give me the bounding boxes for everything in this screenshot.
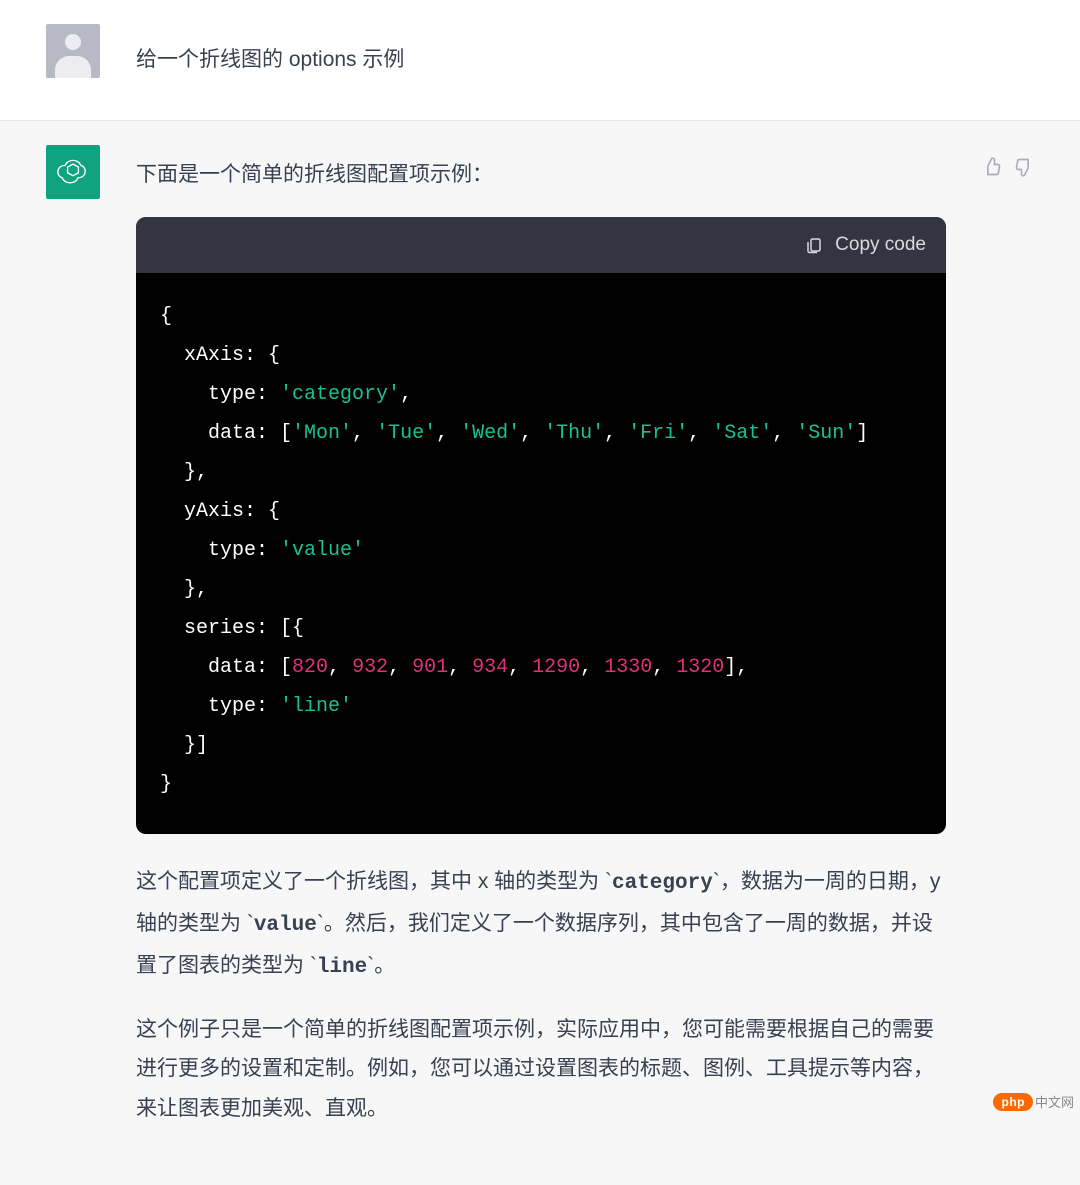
code-token: 901 — [412, 656, 448, 679]
code-token: , — [508, 656, 532, 679]
code-token: 932 — [352, 656, 388, 679]
code-token: 'category' — [280, 383, 400, 406]
code-body[interactable]: { xAxis: { type: 'category', data: ['Mon… — [136, 273, 946, 834]
code-token: : [ — [256, 422, 292, 445]
code-token: 934 — [472, 656, 508, 679]
code-token: , — [520, 422, 544, 445]
openai-icon — [56, 155, 90, 189]
code-token: { — [160, 305, 172, 328]
code-token: , — [580, 656, 604, 679]
thumbs-down-button[interactable] — [1014, 157, 1034, 1151]
code-token: data — [160, 422, 256, 445]
assistant-desc-2: 这个例子只是一个简单的折线图配置项示例，实际应用中，您可能需要根据自己的需要进行… — [136, 1010, 946, 1130]
code-token: 820 — [292, 656, 328, 679]
code-token: 1290 — [532, 656, 580, 679]
code-header: Copy code — [136, 217, 946, 273]
code-token: : — [256, 695, 280, 718]
copy-code-label: Copy code — [835, 227, 926, 263]
code-token: type — [160, 539, 256, 562]
code-token: data — [160, 656, 256, 679]
code-token: : [ — [256, 656, 292, 679]
code-token: 'Sat' — [712, 422, 772, 445]
watermark: php 中文网 — [993, 1092, 1074, 1111]
code-token: 'value' — [280, 539, 364, 562]
clipboard-icon — [805, 236, 823, 254]
code-token: 1330 — [604, 656, 652, 679]
code-token: xAxis — [160, 344, 244, 367]
code-token: 'line' — [280, 695, 352, 718]
code-token: 'Thu' — [544, 422, 604, 445]
watermark-text: 中文网 — [1035, 1092, 1074, 1111]
code-token: ] — [856, 422, 868, 445]
code-token: : — [256, 383, 280, 406]
code-token: , — [604, 422, 628, 445]
code-token: 'Mon' — [292, 422, 352, 445]
code-token: 'Tue' — [376, 422, 436, 445]
code-token: , — [772, 422, 796, 445]
code-token: : { — [244, 344, 280, 367]
user-turn: 给一个折线图的 options 示例 — [0, 0, 1080, 121]
assistant-desc-1: 这个配置项定义了一个折线图，其中 x 轴的类型为 `category`，数据为一… — [136, 862, 946, 988]
code-token: , — [688, 422, 712, 445]
inline-code: category — [612, 872, 713, 895]
thumbs-up-button[interactable] — [982, 157, 1002, 1151]
copy-code-button[interactable]: Copy code — [805, 227, 926, 263]
user-message: 给一个折线图的 options 示例 — [136, 24, 1034, 102]
code-token: } — [160, 773, 172, 796]
code-token: : { — [244, 500, 280, 523]
code-token: : — [256, 539, 280, 562]
assistant-avatar — [46, 145, 100, 199]
code-block: Copy code { xAxis: { type: 'category', d… — [136, 217, 946, 834]
code-token: , — [448, 656, 472, 679]
watermark-badge: php — [993, 1093, 1033, 1111]
code-token: series — [160, 617, 256, 640]
code-token: 'Sun' — [796, 422, 856, 445]
feedback-buttons — [982, 145, 1034, 1151]
inline-code: value — [254, 914, 317, 937]
code-token: }] — [160, 734, 208, 757]
code-token: ], — [724, 656, 748, 679]
code-token: 1320 — [676, 656, 724, 679]
thumbs-up-icon — [982, 157, 1002, 177]
code-token: , — [352, 422, 376, 445]
code-token: 'Wed' — [460, 422, 520, 445]
code-token: type — [160, 695, 256, 718]
code-token: , — [388, 656, 412, 679]
assistant-message: 下面是一个简单的折线图配置项示例： Copy code { xAxis: { t… — [136, 145, 946, 1151]
user-avatar — [46, 24, 100, 78]
user-text: 给一个折线图的 options 示例 — [136, 40, 1034, 80]
code-token: }, — [160, 461, 208, 484]
code-token: , — [328, 656, 352, 679]
assistant-turn: 下面是一个简单的折线图配置项示例： Copy code { xAxis: { t… — [0, 121, 1080, 1185]
code-token: 'Fri' — [628, 422, 688, 445]
code-token: }, — [160, 578, 208, 601]
code-token: yAxis — [160, 500, 244, 523]
code-token: , — [652, 656, 676, 679]
assistant-intro: 下面是一个简单的折线图配置项示例： — [136, 155, 946, 195]
thumbs-down-icon — [1014, 157, 1034, 177]
code-token: : [{ — [256, 617, 304, 640]
inline-code: line — [317, 956, 367, 979]
code-token: , — [436, 422, 460, 445]
code-token: , — [400, 383, 412, 406]
code-token: type — [160, 383, 256, 406]
